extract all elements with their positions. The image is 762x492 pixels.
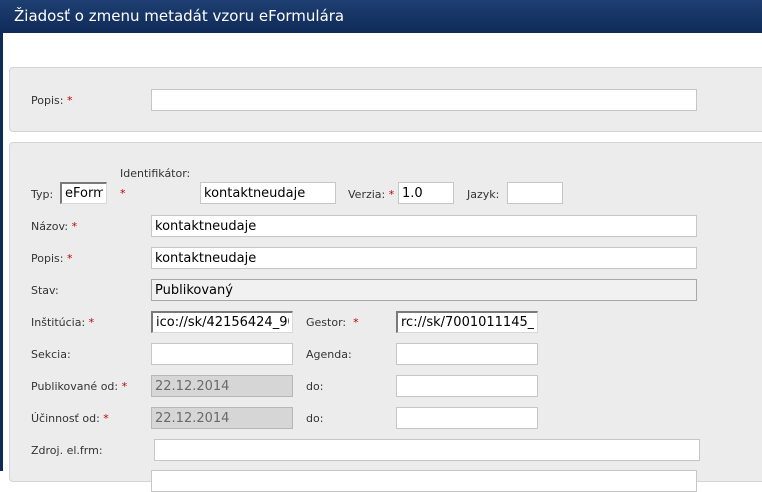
- publikovane-do-label: do:: [306, 380, 324, 393]
- zdroj-input[interactable]: [154, 439, 700, 461]
- dialog-titlebar: Žiadosť o zmenu metadát vzoru eFormulára: [0, 0, 762, 33]
- dialog-title: Žiadosť o zmenu metadát vzoru eFormulára: [14, 7, 345, 25]
- publikovane-do-input[interactable]: [396, 375, 538, 397]
- identifikator-input[interactable]: [200, 182, 336, 204]
- identifikator-label: Identifikátor:: [120, 167, 191, 180]
- sekcia-input[interactable]: [151, 343, 293, 365]
- ucinnost-od-label: Účinnosť od: *: [31, 412, 109, 425]
- jazyk-input[interactable]: [507, 182, 563, 204]
- agenda-input[interactable]: [396, 343, 538, 365]
- institucia-label: Inštitúcia: *: [31, 316, 95, 329]
- gestor-input[interactable]: [396, 311, 538, 333]
- metadata-panel: Typ: Identifikátor: * Verzia: * Jazyk: N…: [9, 142, 762, 492]
- nazov-input[interactable]: [151, 215, 697, 237]
- identifikator-required-mark: *: [120, 187, 126, 200]
- jazyk-label: Jazyk:: [467, 188, 500, 201]
- stav-label: Stav:: [31, 284, 59, 297]
- typ-label: Typ:: [31, 188, 54, 201]
- ucinnost-do-input[interactable]: [396, 407, 538, 429]
- verzia-label: Verzia: *: [348, 188, 395, 201]
- next-field-input[interactable]: [151, 470, 697, 492]
- agenda-label: Agenda:: [306, 348, 352, 361]
- popis-input-2[interactable]: [151, 247, 697, 269]
- institucia-input[interactable]: [151, 311, 293, 333]
- popis-input[interactable]: [151, 89, 697, 111]
- verzia-input[interactable]: [398, 182, 454, 204]
- gestor-label: Gestor: *: [306, 316, 359, 329]
- window-frame-edge: [0, 33, 3, 471]
- popis-label: Popis: *: [31, 94, 73, 107]
- description-panel: Popis: *: [9, 67, 762, 132]
- stav-input: [151, 279, 697, 301]
- nazov-label: Názov: *: [31, 220, 78, 233]
- publikovane-od-input: [151, 375, 293, 397]
- popis-label-2: Popis: *: [31, 252, 73, 265]
- publikovane-od-label: Publikované od: *: [31, 380, 128, 393]
- typ-input[interactable]: [60, 182, 107, 204]
- ucinnost-od-input: [151, 407, 293, 429]
- zdroj-label: Zdroj. el.frm:: [31, 444, 103, 457]
- ucinnost-do-label: do:: [306, 412, 324, 425]
- sekcia-label: Sekcia:: [31, 348, 71, 361]
